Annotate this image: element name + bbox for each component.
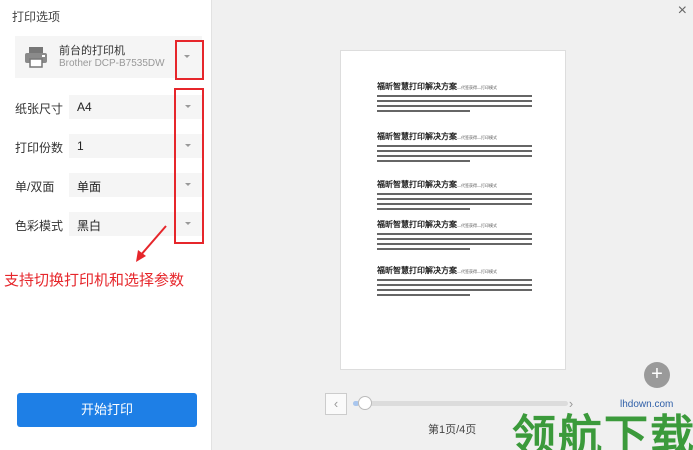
doc-block: 福昕智慧打印解决方案—代签获得—打印模式 xyxy=(377,219,532,250)
doc-block-subtitle: —代签获得—打印模式 xyxy=(457,135,497,140)
prev-page-button[interactable]: ‹ xyxy=(325,393,347,415)
page-slider-thumb[interactable] xyxy=(358,396,372,410)
watermark-url: lhdown.com xyxy=(620,399,674,410)
copies-label: 打印份数 xyxy=(15,141,64,155)
printer-name: 前台的打印机 xyxy=(59,45,125,57)
print-preview-page: 福昕智慧打印解决方案—代签获得—打印模式 福昕智慧打印解决方案—代签获得—打印模… xyxy=(340,50,566,370)
doc-block-subtitle: —代签获得—打印模式 xyxy=(457,85,497,90)
zoom-in-icon[interactable]: + xyxy=(644,362,670,388)
printer-icon xyxy=(25,47,47,68)
doc-block-title: 福昕智慧打印解决方案 xyxy=(377,220,457,229)
printer-select[interactable]: 前台的打印机 Brother DCP-B7535DW xyxy=(15,36,202,78)
highlight-box-printer xyxy=(175,40,204,80)
doc-block: 福昕智慧打印解决方案—代签获得—打印模式 xyxy=(377,265,532,296)
page-indicator: 第1页/4页 xyxy=(428,424,477,436)
panel-title: 打印选项 xyxy=(12,10,61,24)
doc-block-title: 福昕智慧打印解决方案 xyxy=(377,180,457,189)
paper-size-value: A4 xyxy=(77,100,92,114)
copies-value: 1 xyxy=(77,139,84,153)
printer-model: Brother DCP-B7535DW xyxy=(59,58,165,69)
doc-block: 福昕智慧打印解决方案—代签获得—打印模式 xyxy=(377,131,532,162)
doc-block-subtitle: —代签获得—打印模式 xyxy=(457,223,497,228)
doc-block: 福昕智慧打印解决方案—代签获得—打印模式 xyxy=(377,81,532,112)
doc-block-title: 福昕智慧打印解决方案 xyxy=(377,132,457,141)
doc-block-subtitle: —代签获得—打印模式 xyxy=(457,269,497,274)
duplex-label: 单/双面 xyxy=(15,180,55,194)
print-options-panel: 打印选项 前台的打印机 Brother DCP-B7535DW 纸张尺寸 A4 … xyxy=(0,0,212,450)
duplex-value: 单面 xyxy=(77,180,102,194)
close-icon[interactable]: × xyxy=(678,2,687,20)
start-print-button[interactable]: 开始打印 xyxy=(17,393,197,427)
highlight-box-options xyxy=(174,88,204,244)
paper-size-label: 纸张尺寸 xyxy=(15,102,64,116)
doc-block: 福昕智慧打印解决方案—代签获得—打印模式 xyxy=(377,179,532,210)
doc-block-title: 福昕智慧打印解决方案 xyxy=(377,82,457,91)
color-mode-value: 黑白 xyxy=(77,219,102,233)
doc-block-title: 福昕智慧打印解决方案 xyxy=(377,266,457,275)
annotation-text: 支持切换打印机和选择参数 xyxy=(4,272,185,289)
color-mode-label: 色彩模式 xyxy=(15,219,64,233)
annotation-arrow-icon xyxy=(136,225,167,262)
doc-block-subtitle: —代签获得—打印模式 xyxy=(457,183,497,188)
